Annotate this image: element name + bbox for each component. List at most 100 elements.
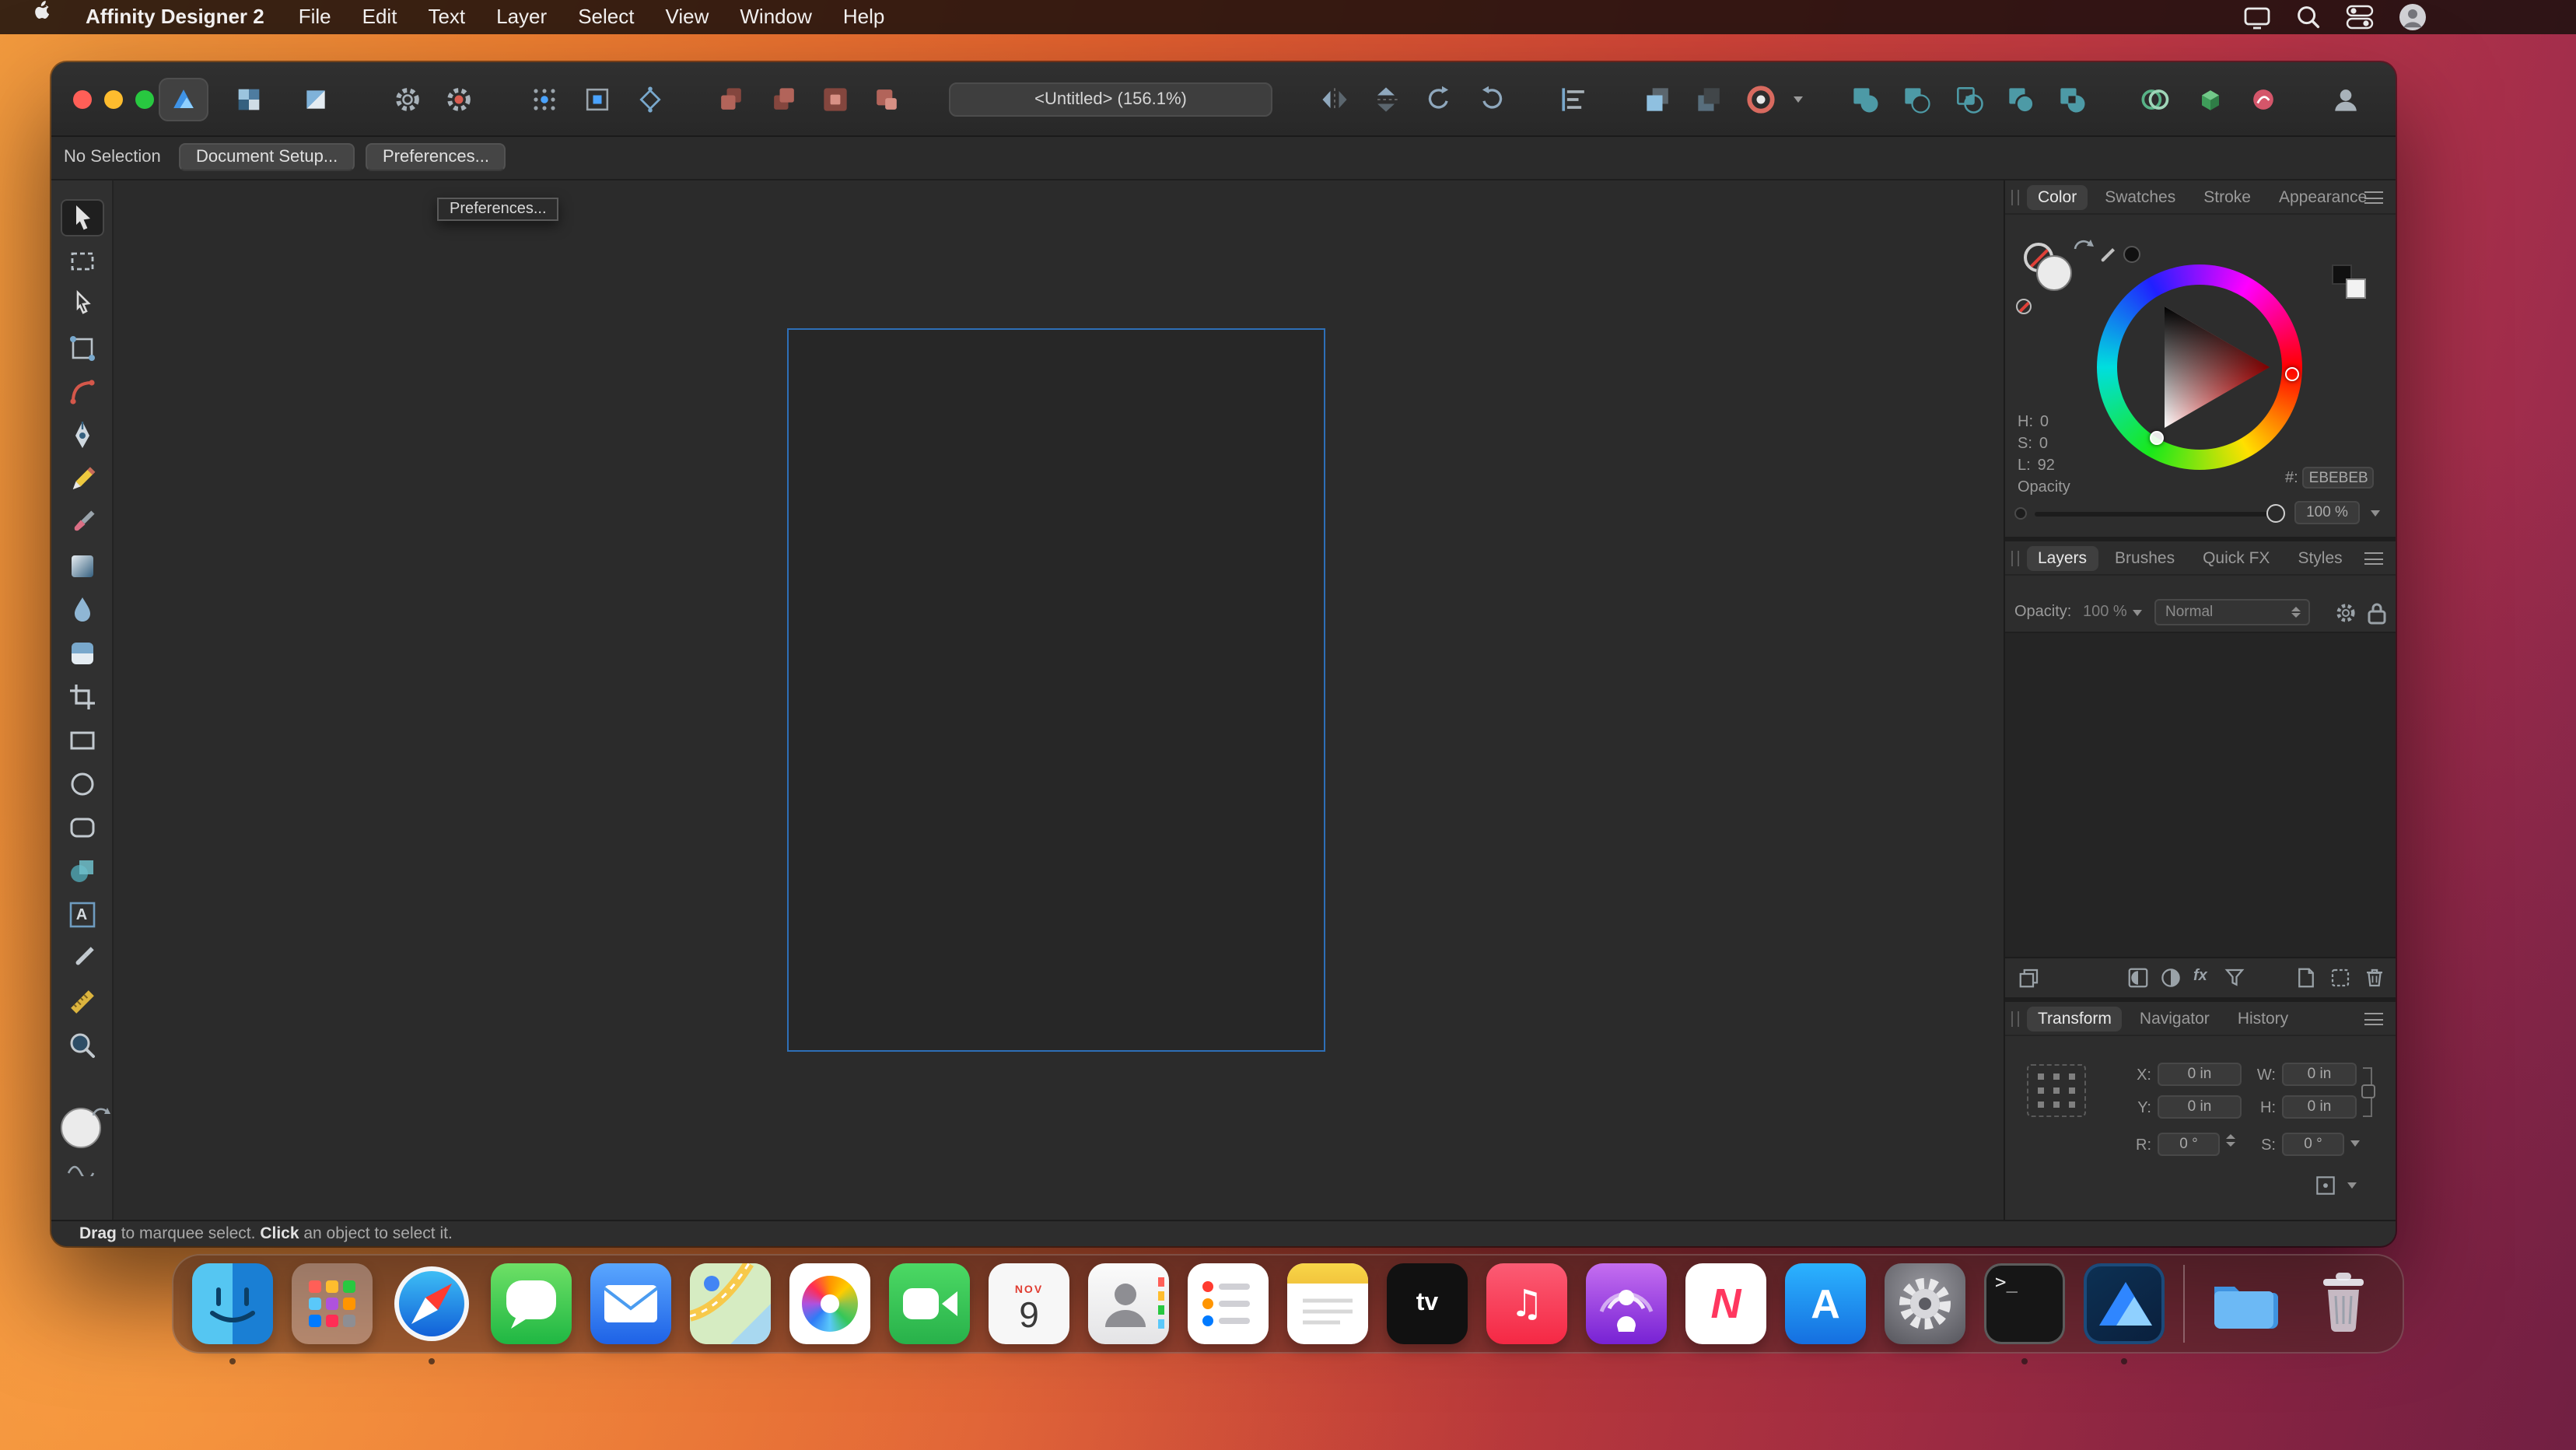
fill-color-well[interactable] bbox=[2036, 255, 2072, 291]
dock-item-downloads[interactable] bbox=[2203, 1263, 2284, 1344]
tab-quick-fx[interactable]: Quick FX bbox=[2192, 545, 2280, 570]
hex-input[interactable] bbox=[2303, 467, 2375, 489]
transform-origin-dropdown-icon[interactable] bbox=[2347, 1182, 2357, 1189]
tool-artboard[interactable] bbox=[60, 243, 103, 280]
alignment-button[interactable] bbox=[1556, 81, 1593, 118]
tool-zoom[interactable] bbox=[60, 1027, 103, 1064]
dock-item-notes[interactable] bbox=[1287, 1263, 1368, 1344]
tab-color[interactable]: Color bbox=[2027, 184, 2088, 209]
tool-ellipse[interactable] bbox=[60, 765, 103, 803]
dock-item-contacts[interactable] bbox=[1088, 1263, 1169, 1344]
insert-image-button[interactable] bbox=[2192, 81, 2229, 118]
menu-select[interactable]: Select bbox=[562, 0, 649, 34]
swap-fill-stroke-icon[interactable] bbox=[91, 1105, 110, 1120]
layer-settings-gear-icon[interactable] bbox=[2333, 601, 2358, 625]
tool-shape-builder[interactable] bbox=[60, 853, 103, 890]
dock-item-music[interactable]: ♫ bbox=[1486, 1263, 1567, 1344]
tool-point-transform[interactable] bbox=[60, 330, 103, 367]
tool-rounded-rectangle[interactable] bbox=[60, 809, 103, 846]
tab-swatches[interactable]: Swatches bbox=[2094, 184, 2186, 209]
flip-vertical-button[interactable] bbox=[1367, 81, 1405, 118]
fill-stroke-selector[interactable] bbox=[58, 1108, 105, 1176]
dock-item-app-store[interactable]: A bbox=[1785, 1263, 1866, 1344]
add-layer-icon[interactable] bbox=[2294, 966, 2318, 989]
tool-measure[interactable] bbox=[60, 983, 103, 1021]
app-menu[interactable]: Affinity Designer 2 bbox=[67, 0, 283, 34]
boolean-add-button[interactable] bbox=[1846, 81, 1884, 118]
designer-persona-button[interactable] bbox=[159, 78, 208, 121]
panel-drag-grip[interactable] bbox=[2011, 1011, 2019, 1027]
dock-item-messages[interactable] bbox=[491, 1263, 572, 1344]
dock-item-terminal[interactable]: >_ bbox=[1984, 1263, 2065, 1344]
dock-item-facetime[interactable] bbox=[889, 1263, 970, 1344]
dock-item-system-settings[interactable] bbox=[1885, 1263, 1965, 1344]
assistant-button[interactable] bbox=[1742, 81, 1780, 118]
layers-list[interactable] bbox=[2005, 632, 2396, 957]
menu-text[interactable]: Text bbox=[412, 0, 481, 34]
panel-menu-icon[interactable] bbox=[2364, 1013, 2383, 1025]
blend-mode-down-icon[interactable] bbox=[2291, 614, 2301, 618]
panel-drag-grip[interactable] bbox=[2011, 190, 2019, 205]
tool-move[interactable] bbox=[60, 199, 103, 236]
layer-opacity-dropdown-icon[interactable] bbox=[2133, 610, 2142, 616]
menu-edit[interactable]: Edit bbox=[347, 0, 413, 34]
default-white-swatch[interactable] bbox=[2346, 278, 2366, 299]
dock-item-affinity-designer[interactable] bbox=[2084, 1263, 2165, 1344]
saturation-lightness-triangle[interactable] bbox=[2117, 285, 2282, 450]
replace-selection-button[interactable] bbox=[868, 81, 905, 118]
anchor-point-selector[interactable] bbox=[2027, 1064, 2086, 1117]
menu-file[interactable]: File bbox=[283, 0, 347, 34]
dock-item-trash[interactable] bbox=[2303, 1263, 2384, 1344]
dock-item-photos[interactable] bbox=[789, 1263, 870, 1344]
style-picker-button[interactable] bbox=[2245, 81, 2282, 118]
rotation-stepper[interactable] bbox=[2226, 1134, 2235, 1147]
tool-vector-brush[interactable] bbox=[60, 504, 103, 541]
snapping-button[interactable] bbox=[526, 81, 563, 118]
zoom-button[interactable] bbox=[135, 90, 154, 109]
rotate-cw-button[interactable] bbox=[1473, 81, 1510, 118]
h-input[interactable] bbox=[2282, 1095, 2357, 1119]
shear-dropdown-icon[interactable] bbox=[2350, 1140, 2360, 1147]
tool-fill[interactable] bbox=[60, 548, 103, 585]
opacity-slider-track[interactable] bbox=[2035, 511, 2284, 516]
insert-inside-button[interactable] bbox=[817, 81, 854, 118]
tab-styles[interactable]: Styles bbox=[2287, 545, 2353, 570]
tool-warp[interactable] bbox=[60, 635, 103, 672]
delete-layer-icon[interactable] bbox=[2363, 966, 2386, 989]
rotate-ccw-button[interactable] bbox=[1420, 81, 1458, 118]
blend-mode-dropdown[interactable]: Normal bbox=[2154, 599, 2310, 625]
pixel-alignment-button[interactable] bbox=[579, 81, 616, 118]
display-icon[interactable] bbox=[2243, 4, 2271, 30]
color-dropper-icon[interactable] bbox=[2092, 243, 2120, 271]
layer-opacity-value[interactable]: 100 % bbox=[2083, 604, 2127, 621]
tool-crop[interactable] bbox=[60, 678, 103, 716]
spotlight-search-icon[interactable] bbox=[2296, 5, 2321, 30]
shear-input[interactable] bbox=[2282, 1133, 2344, 1156]
rotation-input[interactable] bbox=[2158, 1133, 2220, 1156]
minimize-button[interactable] bbox=[104, 90, 123, 109]
link-dimensions-icon[interactable] bbox=[2361, 1084, 2375, 1098]
transform-origin-icon[interactable] bbox=[2313, 1173, 2338, 1198]
boolean-subtract-button[interactable] bbox=[1898, 81, 1935, 118]
preferences-icon-button[interactable] bbox=[440, 81, 478, 118]
edit-all-layers-icon[interactable] bbox=[2018, 966, 2041, 989]
adjustment-layer-icon[interactable] bbox=[2159, 966, 2182, 989]
order-backward-button[interactable] bbox=[1691, 81, 1728, 118]
contour-button[interactable] bbox=[2136, 81, 2173, 118]
panel-drag-grip[interactable] bbox=[2011, 551, 2019, 566]
tab-layers[interactable]: Layers bbox=[2027, 545, 2098, 570]
menu-help[interactable]: Help bbox=[828, 0, 901, 34]
tool-rectangle[interactable] bbox=[60, 722, 103, 759]
move-by-whole-pixels-button[interactable] bbox=[632, 81, 669, 118]
opacity-value[interactable]: 100 % bbox=[2294, 501, 2360, 524]
control-center-icon[interactable] bbox=[2346, 3, 2374, 31]
tool-color-picker[interactable] bbox=[60, 940, 103, 977]
document-setup-icon-button[interactable] bbox=[389, 81, 426, 118]
canvas[interactable]: Preferences... bbox=[114, 180, 2004, 1220]
tab-history[interactable]: History bbox=[2227, 1006, 2299, 1031]
tool-corner[interactable] bbox=[60, 373, 103, 411]
y-input[interactable] bbox=[2158, 1095, 2242, 1119]
insert-on-top-button[interactable] bbox=[765, 81, 803, 118]
blend-mode-up-icon[interactable] bbox=[2291, 607, 2301, 611]
dock-item-safari[interactable] bbox=[391, 1263, 472, 1344]
